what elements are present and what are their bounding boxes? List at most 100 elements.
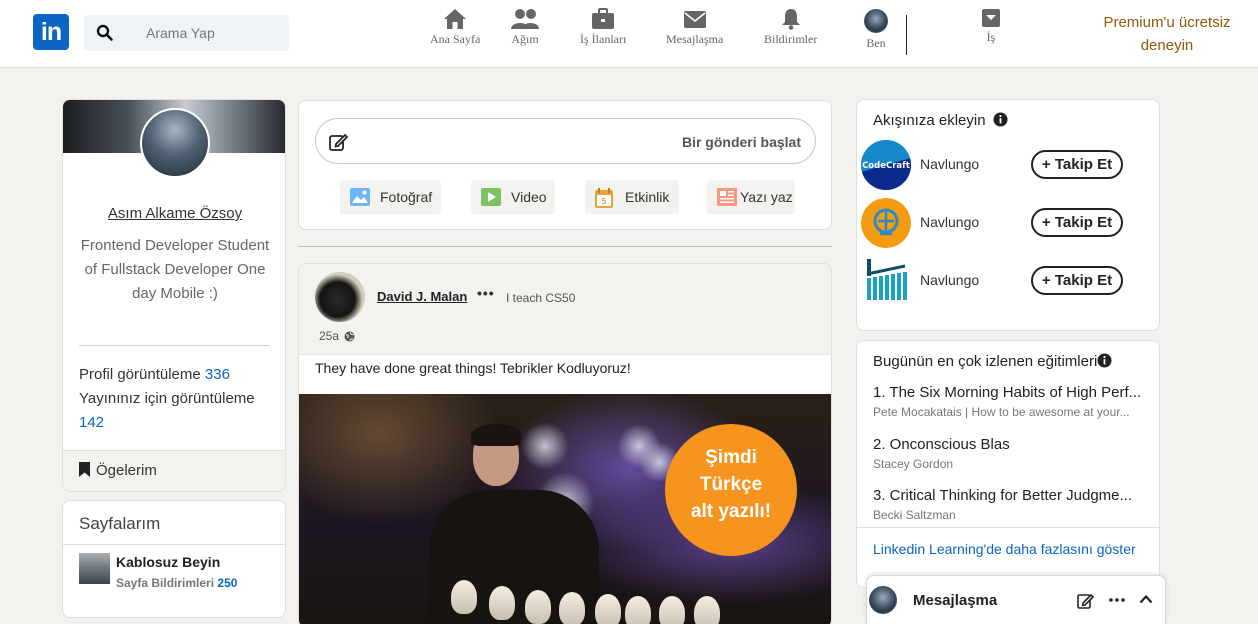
nav-me[interactable]: Ben [864,8,888,51]
calendar-icon: 5 [595,188,613,208]
video-icon [481,188,501,206]
premium-line-1: Premium'u ücretsiz [1103,14,1231,31]
my-items-label: Ögelerim [96,462,157,479]
info-icon[interactable] [1097,353,1112,368]
info-icon[interactable] [993,112,1008,127]
search-box[interactable] [84,15,289,51]
post-views-count: 142 [79,414,105,431]
chevron-up-icon[interactable] [1139,594,1153,604]
my-items-button[interactable]: Ögelerim [63,450,285,491]
nav-work-label: İş [986,30,996,44]
follow-name[interactable]: Navlungo [920,156,979,172]
event-button[interactable]: 5 Etkinlik [585,180,679,214]
post-views-row[interactable]: Yayınınız için görüntüleme 142 [79,387,279,435]
post-time-label: 25a [319,329,340,343]
nav-messaging[interactable]: Mesajlaşma [666,8,723,47]
start-post-button[interactable]: Bir gönderi başlat [315,118,816,164]
course-item[interactable]: 2. Onconscious Blas Stacey Gordon [873,436,1155,471]
nav-notifications[interactable]: Bildirimler [764,8,817,47]
search-icon [96,24,113,41]
photo-icon [350,188,370,206]
premium-link[interactable]: Premium'u ücretsiz deneyin [1086,11,1248,57]
follow-name[interactable]: Navlungo [920,272,979,288]
learning-title-label: Bugünün en çok izlenen eğitimleri [873,353,1098,370]
post-text: They have done great things! Tebrikler K… [299,354,831,394]
profile-avatar[interactable] [140,108,210,178]
course-author: Becki Saltzman [873,508,956,522]
search-input[interactable] [130,15,280,51]
start-post-label: Bir gönderi başlat [681,134,801,150]
follow-name[interactable]: Navlungo [920,214,979,230]
light-bulb [625,596,651,624]
nav-jobs-label: İş İlanları [580,32,627,46]
nav-work[interactable]: İş [981,8,1001,45]
orange-brand-logo[interactable] [861,198,911,248]
nav-network-label: Ağım [511,32,539,46]
follow-title-label: Akışınıza ekleyin [873,112,986,129]
follow-button[interactable]: + Takip Et [1031,266,1123,295]
more-icon[interactable] [1109,598,1125,602]
follow-suggestion: Navlungo + Takip Et [861,198,1157,250]
nav-home[interactable]: Ana Sayfa [430,8,480,47]
light-bulb [525,590,551,624]
follow-button[interactable]: + Takip Et [1031,150,1123,179]
messaging-title[interactable]: Mesajlaşma [913,592,997,609]
envelope-icon [683,11,706,28]
feed-post: David J. Malan ••• I teach CS50 25a They… [298,263,832,624]
page-name: Kablosuz Beyin [116,554,221,570]
linkedin-logo[interactable]: in [33,14,69,50]
svg-text:5: 5 [601,197,606,206]
photo-button[interactable]: Fotoğraf [340,180,441,214]
course-item[interactable]: 1. The Six Morning Habits of High Perf..… [873,384,1155,419]
course-item[interactable]: 3. Critical Thinking for Better Judgme..… [873,487,1155,522]
light-bulb [659,596,685,624]
post-views-label: Yayınınız için görüntüleme [79,390,255,407]
post-more-button[interactable]: ••• [477,285,495,301]
profile-name[interactable]: Asım Alkame Özsoy [63,205,285,222]
article-button[interactable]: Yazı yaz [707,180,795,214]
home-icon [444,9,467,29]
network-icon [511,9,539,29]
photo-label: Fotoğraf [380,189,433,205]
page-notifications-label: Sayfa Bildirimleri [116,576,215,590]
article-icon [717,188,737,206]
nav-me-label: Ben [866,36,886,50]
premium-line-2: deneyin [1140,37,1194,54]
profile-views-row[interactable]: Profil görüntüleme 336 [79,363,279,387]
course-title: 3. Critical Thinking for Better Judgme..… [873,487,1132,504]
page-thumbnail [79,553,110,584]
nav-jobs[interactable]: İş İlanları [580,8,626,47]
follow-button[interactable]: + Takip Et [1031,208,1123,237]
feed-divider [298,246,832,247]
teal-brand-logo[interactable] [861,256,911,306]
codecraft-logo[interactable]: CodeCraft [861,140,911,190]
nav-network[interactable]: Ağım [511,8,539,47]
video-label: Video [511,189,547,205]
messaging-bar[interactable]: Mesajlaşma [866,575,1166,624]
briefcase-icon [592,8,615,29]
post-timestamp: 25a [319,329,355,343]
follow-title: Akışınıza ekleyin [873,112,1008,129]
promo-line-2: Türkçe [699,474,763,495]
event-label: Etkinlik [625,189,670,205]
course-author: Pete Mocakatais | How to be awesome at y… [873,405,1130,419]
promo-line-3: alt yazılı! [690,501,772,522]
avatar [864,9,888,33]
page-notifications: Sayfa Bildirimleri 250 [116,576,237,590]
learning-card: Bugünün en çok izlenen eğitimleri 1. The… [856,340,1160,588]
light-bulb [451,580,477,614]
post-author-name[interactable]: David J. Malan [377,289,467,304]
follow-suggestion: CodeCraft Navlungo + Takip Et [861,140,1157,192]
profile-views-count: 336 [204,366,230,383]
profile-headline: Frontend Developer Student of Fullstack … [80,237,270,302]
light-bulb [559,592,585,624]
pages-card: Sayfalarım Kablosuz Beyin Sayfa Bildirim… [62,500,286,618]
article-label: Yazı yaz [740,189,793,205]
post-image[interactable]: Şimdi Türkçe alt yazılı! [299,394,831,624]
bookmark-icon [79,462,90,477]
pages-title: Sayfalarım [63,501,285,545]
video-button[interactable]: Video [471,180,555,214]
compose-icon[interactable] [1077,592,1094,609]
nav-notifications-label: Bildirimler [764,32,818,46]
post-author-avatar[interactable] [315,272,365,322]
